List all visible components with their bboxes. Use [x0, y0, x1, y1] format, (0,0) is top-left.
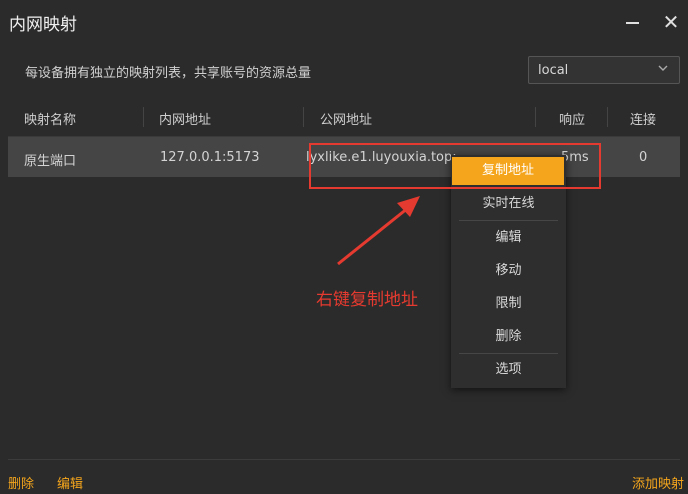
highlight-box [309, 143, 601, 189]
menu-item-delete[interactable]: 删除 [451, 323, 566, 351]
footer-divider [8, 459, 680, 460]
column-header-connections[interactable]: 连接 [630, 109, 656, 128]
menu-item-limit[interactable]: 限制 [451, 290, 566, 318]
window-title: 内网映射 [9, 15, 77, 35]
chevron-down-icon [658, 65, 668, 71]
menu-item-realtime-online[interactable]: 实时在线 [451, 190, 566, 218]
cell-name: 原生端口 [24, 154, 77, 169]
menu-item-options[interactable]: 选项 [451, 356, 566, 384]
column-header-name[interactable]: 映射名称 [24, 109, 76, 128]
menu-divider [459, 353, 558, 354]
device-select[interactable]: local [528, 56, 680, 84]
column-header-local-address[interactable]: 内网地址 [159, 109, 211, 128]
menu-item-edit[interactable]: 编辑 [451, 224, 566, 252]
menu-divider [459, 220, 558, 221]
add-mapping-button[interactable]: 添加映射 [632, 473, 684, 492]
table-header: 映射名称 内网地址 公网地址 响应 连接 [8, 99, 680, 137]
mapping-table: 映射名称 内网地址 公网地址 响应 连接 原生端口 127.0.0.1:5173… [8, 99, 680, 177]
menu-item-move[interactable]: 移动 [451, 257, 566, 285]
column-header-latency[interactable]: 响应 [559, 109, 585, 128]
title-bar: 内网映射 ✕ [0, 0, 688, 44]
minimize-icon[interactable] [622, 12, 642, 32]
close-icon[interactable]: ✕ [661, 12, 681, 32]
delete-button[interactable]: 删除 [8, 473, 34, 492]
device-select-value: local [538, 63, 569, 78]
cell-local-address: 127.0.0.1:5173 [160, 150, 260, 165]
edit-button[interactable]: 编辑 [57, 473, 83, 492]
column-header-public-address[interactable]: 公网地址 [320, 109, 372, 128]
description-text: 每设备拥有独立的映射列表，共享账号的资源总量 [25, 66, 312, 81]
cell-connections: 0 [639, 150, 648, 165]
column-divider [535, 107, 536, 127]
annotation-text: 右键复制地址 [316, 290, 418, 310]
column-divider [607, 107, 608, 127]
column-divider [303, 107, 304, 127]
context-menu: 复制地址 实时在线 编辑 移动 限制 删除 选项 [451, 155, 566, 388]
column-divider [143, 107, 144, 127]
